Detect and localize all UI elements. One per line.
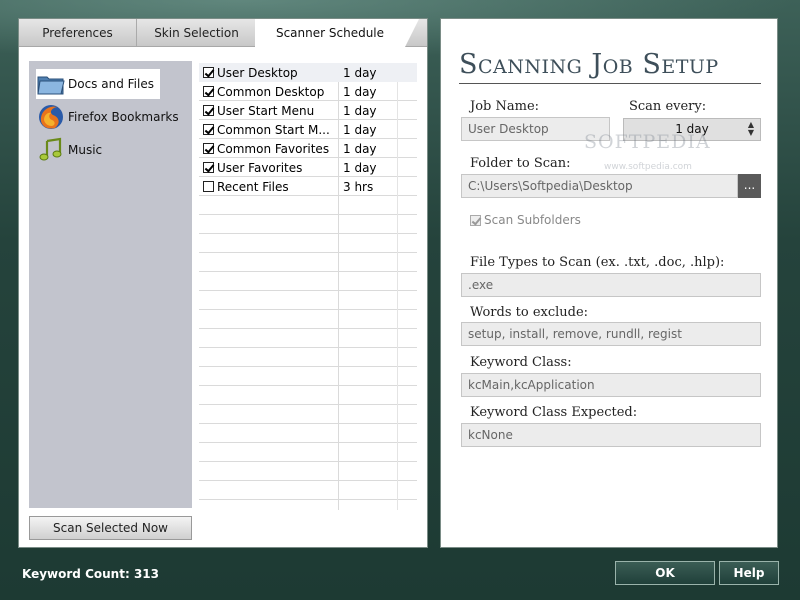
job-name: Recent Files — [217, 179, 289, 194]
table-row[interactable]: User Desktop 1 day — [199, 63, 417, 82]
job-checkbox[interactable] — [203, 124, 214, 135]
job-interval: 1 day — [343, 160, 377, 175]
job-checkbox[interactable] — [203, 181, 214, 192]
folder-icon — [36, 69, 66, 99]
scan-selected-now-button[interactable]: Scan Selected Now — [29, 516, 192, 540]
keyword-class-expected-label: Keyword Class Expected: — [470, 405, 638, 420]
job-name: Common Desktop — [217, 84, 325, 99]
sidebar-item-label: Music — [68, 143, 103, 157]
softpedia-watermark: SOFTPEDIA — [584, 131, 711, 153]
table-row[interactable]: Common Desktop 1 day — [199, 82, 417, 101]
schedule-panel: Preferences Skin Selection Scanner Sched… — [18, 18, 428, 548]
job-interval: 1 day — [343, 65, 377, 80]
job-interval: 1 day — [343, 122, 377, 137]
file-types-label: File Types to Scan (ex. .txt, .doc, .hlp… — [470, 255, 725, 270]
title-divider — [459, 83, 761, 84]
job-checkbox[interactable] — [203, 86, 214, 97]
job-name: Common Start M... — [217, 122, 330, 137]
keyword-class-field[interactable]: kcMain,kcApplication — [461, 373, 761, 397]
table-row[interactable]: Common Favorites 1 day — [199, 139, 417, 158]
select-arrows-icon: ▲ ▼ — [747, 120, 754, 137]
job-name: User Favorites — [217, 160, 303, 175]
job-interval: 1 day — [343, 141, 377, 156]
job-interval: 1 day — [343, 103, 377, 118]
sidebar-item-label: Firefox Bookmarks — [68, 110, 179, 124]
job-name: User Start Menu — [217, 103, 315, 118]
job-checkbox[interactable] — [203, 105, 214, 116]
sidebar-item-label: Docs and Files — [68, 77, 154, 91]
keyword-class-label: Keyword Class: — [470, 355, 572, 370]
keyword-count: Keyword Count: 313 — [22, 567, 159, 581]
exclude-words-field[interactable]: setup, install, remove, rundll, regist — [461, 322, 761, 346]
keyword-class-expected-field[interactable]: kcNone — [461, 423, 761, 447]
tab-preferences[interactable]: Preferences — [19, 19, 137, 46]
keyword-count-label: Keyword Count: — [22, 567, 130, 581]
job-interval: 3 hrs — [343, 179, 374, 194]
job-interval: 1 day — [343, 84, 377, 99]
firefox-icon — [36, 102, 66, 132]
job-list: User Desktop 1 day Common Desktop 1 day … — [199, 63, 417, 510]
job-name-label: Job Name: — [470, 99, 540, 114]
file-types-field[interactable]: .exe — [461, 273, 761, 297]
sidebar-item-docs-and-files[interactable]: Docs and Files — [36, 69, 160, 99]
table-row[interactable]: User Start Menu 1 day — [199, 101, 417, 120]
job-checkbox[interactable] — [203, 67, 214, 78]
keyword-count-value: 313 — [133, 567, 159, 581]
job-name: Common Favorites — [217, 141, 330, 156]
folder-label: Folder to Scan: — [470, 156, 571, 171]
table-row[interactable]: Recent Files 3 hrs — [199, 177, 417, 196]
sidebar-item-music[interactable]: Music — [36, 135, 102, 165]
sidebar-item-firefox-bookmarks[interactable]: Firefox Bookmarks — [36, 102, 179, 132]
browse-folder-button[interactable]: ... — [738, 174, 761, 198]
scan-subfolders-checkbox[interactable] — [470, 215, 481, 226]
ok-button[interactable]: OK — [615, 561, 715, 585]
folder-field[interactable]: C:\Users\Softpedia\Desktop — [461, 174, 738, 198]
job-checkbox[interactable] — [203, 162, 214, 173]
tab-bar: Preferences Skin Selection Scanner Sched… — [19, 19, 427, 47]
help-button[interactable]: Help — [719, 561, 779, 585]
table-row[interactable]: Common Start M... 1 day — [199, 120, 417, 139]
scan-subfolders-label: Scan Subfolders — [484, 213, 581, 227]
job-setup-panel: Scanning Job Setup Job Name: User Deskto… — [440, 18, 778, 548]
category-sidebar: Docs and Files Firefox Bookmarks Music — [29, 61, 192, 508]
softpedia-watermark-url: www.softpedia.com — [604, 162, 692, 172]
tab-skin-selection[interactable]: Skin Selection — [137, 19, 257, 46]
tab-scanner-schedule[interactable]: Scanner Schedule — [255, 19, 419, 47]
music-note-icon — [36, 135, 66, 165]
job-name: User Desktop — [217, 65, 298, 80]
exclude-words-label: Words to exclude: — [470, 305, 589, 320]
job-checkbox[interactable] — [203, 143, 214, 154]
table-row[interactable]: User Favorites 1 day — [199, 158, 417, 177]
scan-every-label: Scan every: — [629, 99, 707, 114]
page-title: Scanning Job Setup — [459, 49, 719, 80]
